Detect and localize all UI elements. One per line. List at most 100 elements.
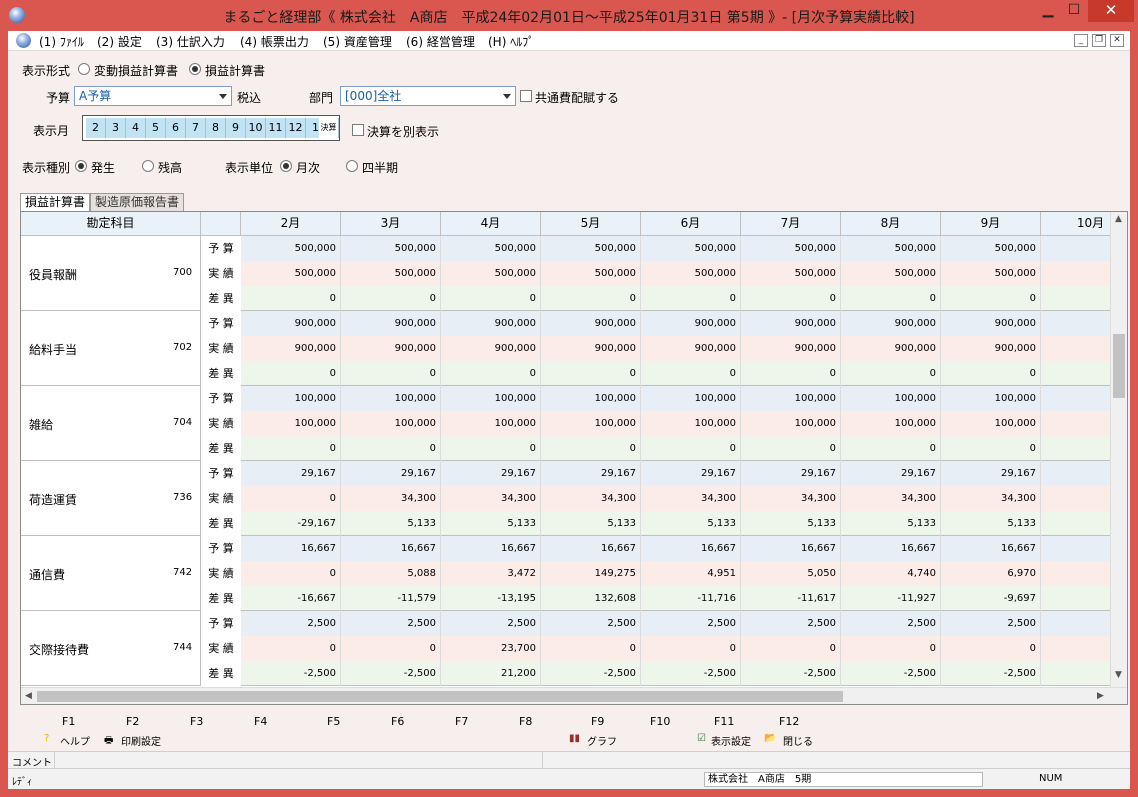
minimize-button[interactable]: ▁ (1035, 0, 1061, 22)
value-cell[interactable]: 100,000 (641, 411, 741, 436)
value-cell[interactable]: -2,500 (741, 661, 841, 686)
value-cell[interactable]: 0 (941, 436, 1041, 461)
value-cell[interactable]: 0 (741, 286, 841, 311)
value-cell[interactable]: -2,500 (841, 661, 941, 686)
value-cell[interactable]: 5,133 (441, 511, 541, 536)
value-cell[interactable]: 0 (341, 436, 441, 461)
account-cell[interactable]: 役員報酬 700 (21, 236, 201, 311)
value-cell[interactable]: 5,133 (941, 511, 1041, 536)
value-cell[interactable]: 0 (841, 636, 941, 661)
value-cell[interactable]: 5,050 (741, 561, 841, 586)
value-cell[interactable]: 100,000 (341, 386, 441, 411)
value-cell[interactable]: 0 (641, 286, 741, 311)
value-cell[interactable]: 900,000 (241, 311, 341, 336)
value-cell[interactable]: 34,300 (941, 486, 1041, 511)
value-cell[interactable]: 21,200 (441, 661, 541, 686)
month-12[interactable]: 12 (286, 118, 306, 138)
horizontal-scroll-thumb[interactable] (37, 691, 843, 702)
value-cell[interactable]: 2,500 (441, 611, 541, 636)
value-cell[interactable]: 100,000 (941, 386, 1041, 411)
month-2[interactable]: 2 (86, 118, 106, 138)
value-cell[interactable]: 2,500 (341, 611, 441, 636)
fkey-f5[interactable]: F5 (327, 715, 340, 728)
value-cell[interactable]: 100,000 (441, 386, 541, 411)
value-cell[interactable]: 100,000 (841, 411, 941, 436)
value-cell[interactable]: 900,000 (941, 336, 1041, 361)
value-cell[interactable]: 900,000 (741, 336, 841, 361)
mdi-restore-button[interactable]: ❐ (1092, 34, 1106, 47)
value-cell[interactable]: 100,000 (541, 411, 641, 436)
value-cell[interactable]: 0 (341, 286, 441, 311)
value-cell[interactable]: 100,000 (641, 386, 741, 411)
value-cell[interactable]: 900,000 (941, 311, 1041, 336)
account-cell[interactable]: 交際接待費 744 (21, 611, 201, 686)
value-cell[interactable]: -2,500 (241, 661, 341, 686)
fkey-f8[interactable]: F8 (519, 715, 532, 728)
menu-journal-entry[interactable]: (3) 仕訳入力 (156, 33, 225, 50)
unit-opt-quarterly-label[interactable]: 四半期 (362, 159, 398, 176)
value-cell[interactable]: 5,133 (341, 511, 441, 536)
value-cell[interactable]: 2,500 (241, 611, 341, 636)
value-cell[interactable]: -11,927 (841, 586, 941, 611)
value-cell[interactable]: 0 (541, 361, 641, 386)
account-cell[interactable]: 雑給 704 (21, 386, 201, 461)
common-cost-label[interactable]: 共通費配賦する (535, 89, 619, 106)
value-cell[interactable]: 100,000 (241, 386, 341, 411)
value-cell[interactable]: -11,579 (341, 586, 441, 611)
tab-income-statement[interactable]: 損益計算書 (20, 193, 91, 211)
month-range-selector[interactable]: 2 3 4 5 6 7 8 9 10 11 12 1 決算 (82, 115, 340, 141)
kessan-separate-label[interactable]: 決算を別表示 (367, 123, 439, 140)
value-cell[interactable]: 16,667 (441, 536, 541, 561)
value-cell[interactable]: 16,667 (241, 536, 341, 561)
value-cell[interactable]: 0 (441, 361, 541, 386)
scroll-down-icon[interactable]: ▼ (1115, 670, 1122, 680)
value-cell[interactable]: -11,716 (641, 586, 741, 611)
print-settings-button[interactable]: 印刷設定 (121, 733, 161, 748)
horizontal-scrollbar[interactable]: ◀ ▶ (21, 687, 1127, 704)
value-cell[interactable]: -9,697 (941, 586, 1041, 611)
document-icon[interactable] (16, 33, 31, 48)
value-cell[interactable]: 34,300 (541, 486, 641, 511)
value-cell[interactable]: 900,000 (241, 336, 341, 361)
format-radio-pl[interactable] (189, 63, 201, 75)
month-5[interactable]: 5 (146, 118, 166, 138)
value-cell[interactable]: 4,740 (841, 561, 941, 586)
value-cell[interactable]: 0 (641, 361, 741, 386)
fkey-f11[interactable]: F11 (714, 715, 734, 728)
value-cell[interactable]: -13,195 (441, 586, 541, 611)
account-cell[interactable]: 通信費 742 (21, 536, 201, 611)
format-opt-pl-label[interactable]: 損益計算書 (205, 62, 265, 79)
month-9[interactable]: 9 (226, 118, 246, 138)
value-cell[interactable]: 500,000 (841, 261, 941, 286)
value-cell[interactable]: 5,133 (541, 511, 641, 536)
value-cell[interactable]: 100,000 (441, 411, 541, 436)
kind-radio-balance[interactable] (142, 160, 154, 172)
fkey-f2[interactable]: F2 (126, 715, 139, 728)
value-cell[interactable]: 34,300 (641, 486, 741, 511)
value-cell[interactable]: 0 (241, 361, 341, 386)
format-opt-variable-label[interactable]: 変動損益計算書 (94, 62, 178, 79)
value-cell[interactable]: 0 (541, 286, 641, 311)
kind-opt-occurrence-label[interactable]: 発生 (91, 159, 115, 176)
close-folder-icon[interactable]: 📂 (764, 733, 776, 744)
value-cell[interactable]: 0 (241, 286, 341, 311)
value-cell[interactable]: 100,000 (841, 386, 941, 411)
value-cell[interactable]: 29,167 (241, 461, 341, 486)
value-cell[interactable]: 29,167 (741, 461, 841, 486)
value-cell[interactable]: 0 (241, 636, 341, 661)
value-cell[interactable]: 16,667 (741, 536, 841, 561)
value-cell[interactable]: 29,167 (841, 461, 941, 486)
value-cell[interactable]: 132,608 (541, 586, 641, 611)
kind-opt-balance-label[interactable]: 残高 (158, 159, 182, 176)
value-cell[interactable]: 5,133 (741, 511, 841, 536)
scroll-right-icon[interactable]: ▶ (1097, 691, 1104, 701)
vertical-scrollbar[interactable]: ▲ ▼ (1110, 212, 1127, 687)
value-cell[interactable]: 500,000 (741, 236, 841, 261)
value-cell[interactable]: 0 (541, 436, 641, 461)
display-settings-button[interactable]: 表示設定 (711, 733, 751, 748)
value-cell[interactable]: 500,000 (541, 236, 641, 261)
value-cell[interactable]: -2,500 (941, 661, 1041, 686)
graph-icon[interactable]: ▮▮ (569, 733, 580, 744)
fkey-f3[interactable]: F3 (190, 715, 203, 728)
mdi-minimize-button[interactable]: _ (1074, 34, 1088, 47)
